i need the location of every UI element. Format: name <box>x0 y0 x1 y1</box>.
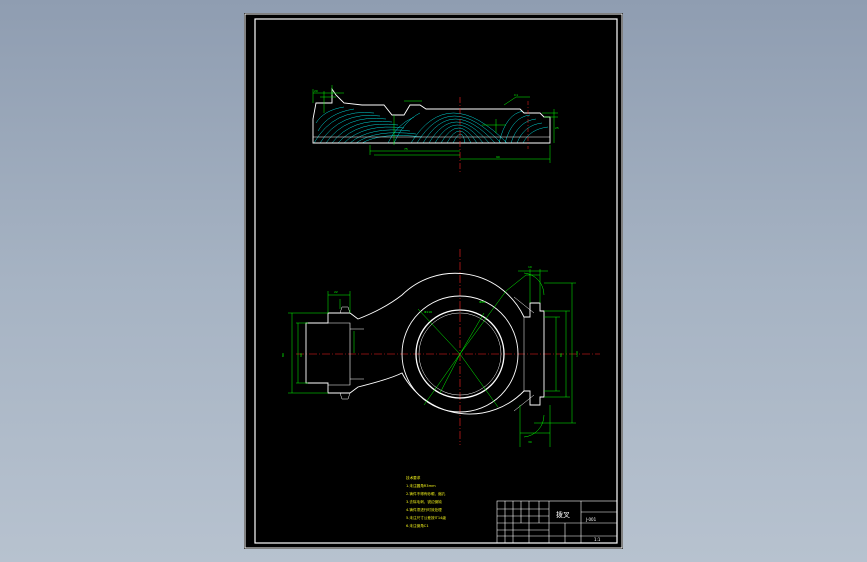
note-3: 3.去除毛刺，锐边倒钝 <box>406 499 442 504</box>
cad-drawing: 20 75 90 25 C1 80 60 22 Φ88 Φ116 86 140 … <box>244 13 623 549</box>
note-1: 1.未注圆角R3mm <box>406 483 436 488</box>
svg-text:22: 22 <box>334 290 338 294</box>
svg-text:20: 20 <box>314 89 318 93</box>
notes-heading: 技术要求 <box>406 475 421 480</box>
part-name: 拨叉 <box>556 510 570 519</box>
plan-view: 80 60 22 Φ88 Φ116 86 140 30 10 <box>281 249 600 447</box>
note-4: 4.铸件须进行时效处理 <box>406 507 442 512</box>
section-hatching <box>313 106 549 143</box>
part-outline <box>305 272 545 415</box>
svg-text:30: 30 <box>528 440 532 444</box>
note-2: 2.铸件不得有砂眼、缩孔 <box>406 491 446 496</box>
svg-text:80: 80 <box>281 353 285 357</box>
svg-text:75: 75 <box>404 147 408 151</box>
plan-dimension-text: 80 60 22 Φ88 Φ116 86 140 30 10 <box>281 265 579 444</box>
scale-text: 1:1 <box>594 537 601 542</box>
technical-notes: 技术要求 1.未注圆角R3mm 2.铸件不得有砂眼、缩孔 3.去除毛刺，锐边倒钝… <box>406 475 446 528</box>
svg-text:Φ116: Φ116 <box>424 310 432 314</box>
plan-dimensions <box>288 269 576 447</box>
section-view: 20 75 90 25 C1 <box>312 85 559 173</box>
svg-text:Φ88: Φ88 <box>479 300 485 304</box>
svg-text:140: 140 <box>575 351 579 357</box>
note-6: 6.未注倒角C1 <box>406 523 429 528</box>
svg-text:25: 25 <box>555 126 559 130</box>
note-5: 5.未注尺寸公差按IT14级 <box>406 515 446 520</box>
drawing-sheet: 20 75 90 25 C1 80 60 22 Φ88 Φ116 86 140 … <box>244 13 623 549</box>
svg-text:C1: C1 <box>514 93 518 97</box>
section-dimensions <box>312 85 558 163</box>
svg-text:60: 60 <box>299 353 303 357</box>
inner-border <box>254 18 618 544</box>
drawing-number: J-001 <box>585 517 597 522</box>
svg-text:90: 90 <box>496 155 500 159</box>
svg-text:10: 10 <box>528 265 532 269</box>
outer-border <box>244 13 623 549</box>
svg-text:86: 86 <box>559 353 563 357</box>
radial-dimension-lines <box>417 274 540 408</box>
